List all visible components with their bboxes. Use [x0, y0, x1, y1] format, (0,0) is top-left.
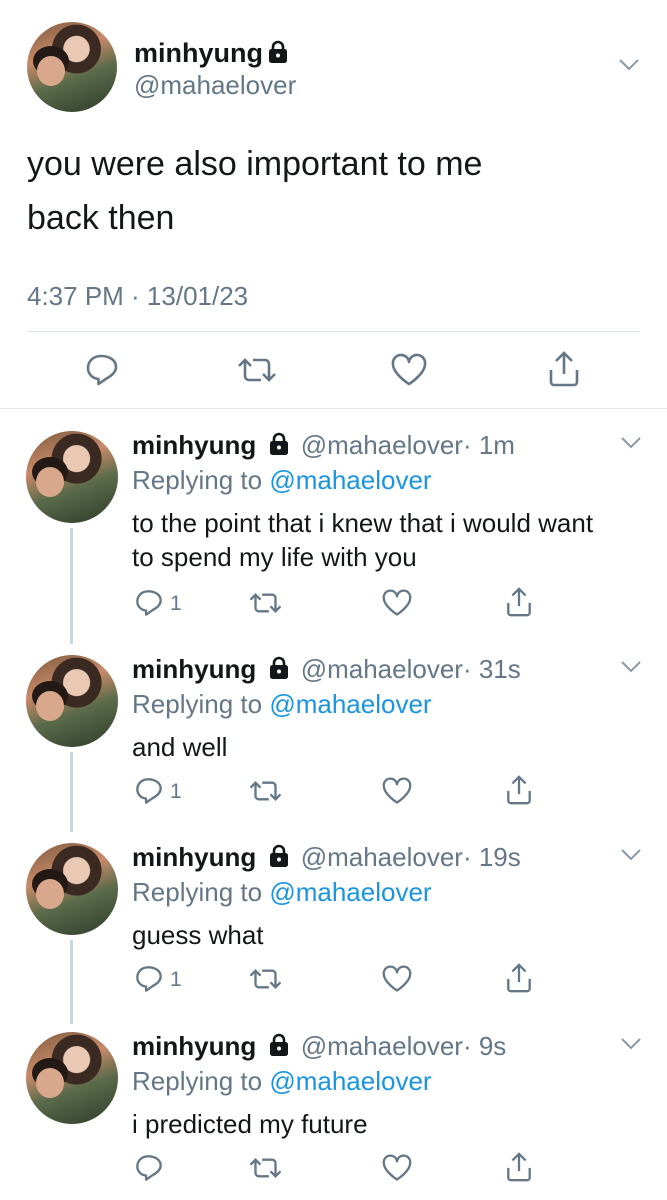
reply-icon[interactable]: [134, 588, 164, 618]
chevron-down-icon[interactable]: [620, 848, 642, 862]
share-icon[interactable]: [505, 586, 533, 618]
reply-count: 1: [170, 968, 182, 991]
replying-to-prefix: Replying to: [132, 1066, 263, 1096]
display-name[interactable]: minhyung: [132, 654, 256, 684]
tweet-text-line: guess what: [132, 920, 264, 950]
display-name[interactable]: minhyung: [134, 38, 263, 69]
retweet-icon[interactable]: [248, 588, 283, 618]
replying-to-link[interactable]: @mahaelover: [269, 1066, 431, 1096]
like-icon[interactable]: [381, 1154, 413, 1182]
like-icon[interactable]: [381, 777, 413, 805]
avatar[interactable]: [26, 1032, 118, 1124]
lock-icon: [269, 40, 287, 63]
retweet-icon[interactable]: [248, 964, 283, 994]
avatar[interactable]: [26, 655, 118, 747]
replying-to-prefix: Replying to: [132, 877, 263, 907]
chevron-down-icon[interactable]: [618, 58, 640, 72]
replying-to: Replying to @mahaelover: [132, 1066, 432, 1097]
retweet-icon[interactable]: [248, 776, 283, 806]
reply-icon[interactable]: [134, 964, 164, 994]
reply-count: 1: [170, 592, 182, 615]
relative-time: · 9s: [462, 1031, 507, 1061]
lock-icon: [270, 844, 289, 868]
tweet-text-line: to the point that i knew that i would wa…: [132, 508, 594, 538]
lock-icon: [270, 1033, 289, 1057]
handle[interactable]: @mahaelover: [301, 654, 463, 684]
replying-to-prefix: Replying to: [132, 465, 263, 495]
replying-to-prefix: Replying to: [132, 689, 263, 719]
reply-header: minhyung @mahaelover· 31s: [132, 654, 521, 685]
handle[interactable]: @mahaelover: [134, 70, 296, 101]
reply-icon[interactable]: [84, 352, 120, 388]
thread-connector: [70, 528, 73, 644]
avatar[interactable]: [26, 431, 118, 523]
relative-time: · 31s: [462, 654, 521, 684]
thread-connector: [70, 940, 73, 1024]
relative-time: · 1m: [462, 430, 515, 460]
replying-to: Replying to @mahaelover: [132, 689, 432, 720]
display-name[interactable]: minhyung: [132, 1031, 256, 1061]
reply-header: minhyung @mahaelover· 9s: [132, 1031, 506, 1062]
chevron-down-icon[interactable]: [620, 1037, 642, 1051]
retweet-icon[interactable]: [236, 352, 278, 388]
handle[interactable]: @mahaelover: [301, 842, 463, 872]
chevron-down-icon[interactable]: [620, 660, 642, 674]
replying-to: Replying to @mahaelover: [132, 465, 432, 496]
display-name[interactable]: minhyung: [132, 430, 256, 460]
like-icon[interactable]: [381, 589, 413, 617]
tweet-text-line: to spend my life with you: [132, 542, 417, 572]
lock-icon: [270, 656, 289, 680]
tweet-text-line: you were also important to me: [27, 145, 483, 183]
handle[interactable]: @mahaelover: [301, 1031, 463, 1061]
tweet-text-line: i predicted my future: [132, 1109, 368, 1139]
replying-to-link[interactable]: @mahaelover: [269, 877, 431, 907]
like-icon[interactable]: [390, 353, 428, 387]
share-icon[interactable]: [505, 962, 533, 994]
reply-icon[interactable]: [134, 776, 164, 806]
divider: [27, 331, 640, 332]
chevron-down-icon[interactable]: [620, 436, 642, 450]
share-icon[interactable]: [505, 774, 533, 806]
like-icon[interactable]: [381, 965, 413, 993]
replying-to: Replying to @mahaelover: [132, 877, 432, 908]
relative-time: · 19s: [462, 842, 521, 872]
avatar[interactable]: [26, 843, 118, 935]
reply-count: 1: [170, 780, 182, 803]
reply-icon[interactable]: [134, 1153, 164, 1183]
avatar[interactable]: [27, 22, 117, 112]
replying-to-link[interactable]: @mahaelover: [269, 689, 431, 719]
tweet-text-line: back then: [27, 199, 175, 237]
share-icon[interactable]: [547, 350, 581, 388]
handle[interactable]: @mahaelover: [301, 430, 463, 460]
retweet-icon[interactable]: [248, 1153, 283, 1183]
reply-header: minhyung @mahaelover· 19s: [132, 842, 521, 873]
replying-to-link[interactable]: @mahaelover: [269, 465, 431, 495]
reply-header: minhyung @mahaelover· 1m: [132, 430, 515, 461]
share-icon[interactable]: [505, 1151, 533, 1183]
tweet-text-line: and well: [132, 732, 228, 762]
thread-connector: [70, 752, 73, 832]
section-divider: [0, 408, 667, 409]
timestamp: 4:37 PM · 13/01/23: [27, 281, 249, 311]
lock-icon: [270, 432, 289, 456]
display-name[interactable]: minhyung: [132, 842, 256, 872]
